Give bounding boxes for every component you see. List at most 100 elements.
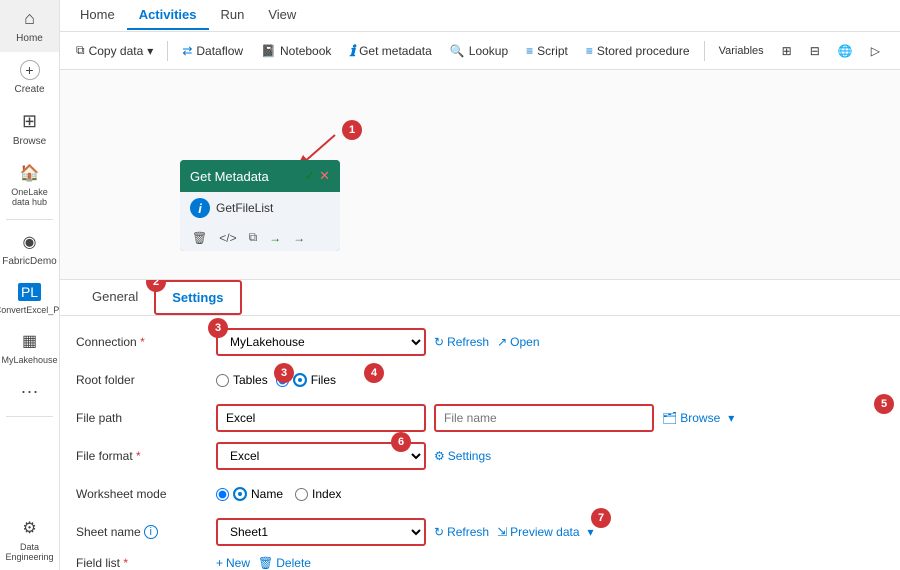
copy-activity-button[interactable]: ⧉	[245, 228, 262, 247]
file-path-input[interactable]	[216, 404, 426, 432]
sidebar-item-create[interactable]: + Create	[0, 52, 59, 103]
copy-data-icon: ⧉	[76, 43, 85, 58]
preview-dropdown-button[interactable]: ▾	[588, 525, 594, 539]
stored-procedure-button[interactable]: ≡ Stored procedure	[578, 40, 698, 62]
dataflow-button[interactable]: ⇄ Dataflow	[174, 40, 251, 62]
field-list-controls: + New 🗑 Delete 8 Argument	[216, 556, 884, 570]
script-button[interactable]: ≡ Script	[518, 40, 576, 62]
activity-node: Get Metadata ✓ ✕ i GetFileList 🗑 </> ⧉ →…	[180, 160, 340, 251]
new-field-button[interactable]: + New	[216, 556, 250, 570]
index-radio[interactable]	[295, 488, 308, 501]
sidebar-item-home[interactable]: ⌂ Home	[0, 0, 59, 52]
sidebar-item-mylakehouse[interactable]: ▦ MyLakehouse	[0, 323, 59, 373]
file-format-controls: 6 Excel ⚙ Settings	[216, 442, 884, 470]
tab-home[interactable]: Home	[68, 1, 127, 30]
browse-dropdown-button[interactable]: ▾	[728, 411, 734, 425]
delete-field-button[interactable]: 🗑 Delete	[258, 556, 311, 570]
preview-icon: ⇲	[497, 525, 507, 539]
toolbar-icon1-button[interactable]: ⊞	[774, 40, 800, 62]
notebook-button[interactable]: 📓 Notebook	[253, 40, 339, 62]
file-path-row: File path 5 🗂 Browse ▾	[76, 404, 884, 432]
sheet-name-select[interactable]: Sheet1	[216, 518, 426, 546]
root-folder-controls: 3 4 Tables Files	[216, 373, 884, 387]
success-arrow-button[interactable]: →	[265, 229, 285, 247]
more-icon: ···	[21, 381, 39, 402]
dataflow-icon: ⇄	[182, 44, 192, 58]
status-check-icon: ✓	[304, 168, 315, 184]
tables-radio-label[interactable]: Tables	[216, 373, 268, 387]
sidebar-item-dataengineering[interactable]: ⚙ Data Engineering	[0, 510, 59, 570]
toolbar: ⧉ Copy data ▾ ⇄ Dataflow 📓 Notebook ℹ Ge…	[60, 32, 900, 70]
connection-controls: 3 MyLakehouse ↻ Refresh ↗ Open	[216, 328, 884, 356]
tables-radio[interactable]	[216, 374, 229, 387]
sidebar-item-fabricdemo[interactable]: ◉ FabricDemo	[0, 224, 59, 275]
preview-data-button[interactable]: ⇲ Preview data	[497, 525, 579, 539]
lookup-button[interactable]: 🔍 Lookup	[442, 40, 516, 62]
connection-refresh-button[interactable]: ↻ Refresh	[434, 335, 489, 349]
globe-icon: 🌐	[838, 44, 853, 58]
home-icon: ⌂	[24, 8, 35, 29]
toolbar-divider-1	[167, 41, 168, 61]
code-activity-button[interactable]: </>	[215, 229, 240, 247]
toolbar-icon2-button[interactable]: ⊟	[802, 40, 828, 62]
field-list-label: Field list *	[76, 556, 216, 570]
name-radio[interactable]	[216, 488, 229, 501]
dataengineering-icon: ⚙	[22, 518, 36, 538]
sidebar-item-label: Create	[14, 84, 44, 95]
file-format-settings-button[interactable]: ⚙ Settings	[434, 449, 491, 463]
sidebar-item-label: OneLake data hub	[4, 187, 55, 207]
name-radio-label[interactable]: Name	[216, 487, 283, 501]
top-tabs: Home Activities Run View	[60, 0, 900, 32]
sidebar-item-convertexcel[interactable]: PL ConvertExcel_PL	[0, 275, 59, 323]
worksheet-mode-row: Worksheet mode Name Index	[76, 480, 884, 508]
lookup-icon: 🔍	[450, 44, 465, 58]
get-metadata-button[interactable]: ℹ Get metadata	[341, 38, 439, 64]
tab-general[interactable]: General	[76, 281, 154, 314]
badge-6: 6	[391, 432, 411, 452]
sidebar: ⌂ Home + Create ⊞ Browse 🏠 OneLake data …	[0, 0, 60, 570]
index-radio-label[interactable]: Index	[295, 487, 341, 501]
file-name-input[interactable]	[434, 404, 654, 432]
sidebar-item-more[interactable]: ···	[0, 373, 59, 412]
toolbar-icon1: ⊞	[782, 44, 792, 58]
sheet-refresh-button[interactable]: ↻ Refresh	[434, 525, 489, 539]
badge-1: 1	[342, 120, 362, 140]
tab-run[interactable]: Run	[209, 1, 257, 30]
sidebar-item-label: Home	[16, 33, 43, 44]
create-icon: +	[20, 60, 40, 80]
worksheet-mode-label: Worksheet mode	[76, 487, 216, 501]
fabricdemo-icon: ◉	[23, 232, 37, 252]
play-icon: ▷	[871, 44, 880, 58]
badge-5: 5	[874, 394, 894, 414]
connection-select[interactable]: MyLakehouse	[216, 328, 426, 356]
field-list-header: + New 🗑 Delete	[216, 556, 311, 570]
toolbar-icon4-button[interactable]: ▷	[863, 40, 888, 62]
tab-activities[interactable]: Activities	[127, 1, 209, 30]
activity-name: GetFileList	[216, 201, 273, 215]
tab-view[interactable]: View	[256, 1, 308, 30]
main-content: Home Activities Run View ⧉ Copy data ▾ ⇄…	[60, 0, 900, 570]
root-folder-row: Root folder 3 4 Tables Files	[76, 366, 884, 394]
sheet-refresh-icon: ↻	[434, 525, 444, 539]
canvas-area: 1 Get Metadata ✓ ✕ i GetFileList 🗑 </>	[60, 70, 900, 280]
connection-open-button[interactable]: ↗ Open	[497, 335, 539, 349]
variables-button[interactable]: Variables	[711, 41, 772, 61]
sidebar-item-onelake[interactable]: 🏠 OneLake data hub	[0, 155, 59, 215]
sheet-name-row: Sheet name i 7 Sheet1 ↻ Refresh ⇲ Previe…	[76, 518, 884, 546]
copy-data-button[interactable]: ⧉ Copy data ▾	[68, 39, 161, 62]
sidebar-divider	[6, 219, 53, 220]
stored-procedure-icon: ≡	[586, 44, 593, 58]
plus-icon: +	[216, 556, 223, 570]
toolbar-icon3-button[interactable]: 🌐	[830, 40, 861, 62]
tab-settings[interactable]: Settings	[154, 280, 241, 315]
connection-row: Connection * 3 MyLakehouse ↻ Refresh ↗ O…	[76, 328, 884, 356]
sidebar-item-browse[interactable]: ⊞ Browse	[0, 103, 59, 155]
sidebar-item-label: Data Engineering	[4, 542, 55, 562]
delete-activity-button[interactable]: 🗑	[188, 229, 211, 247]
settings-icon: ⚙	[434, 449, 445, 463]
browse-button[interactable]: 🗂 Browse	[662, 411, 720, 425]
files-radio-indicator	[293, 373, 307, 387]
badge-4-files: 4	[364, 363, 384, 383]
toolbar-divider-2	[704, 41, 705, 61]
next-arrow-button[interactable]: →	[289, 229, 309, 247]
